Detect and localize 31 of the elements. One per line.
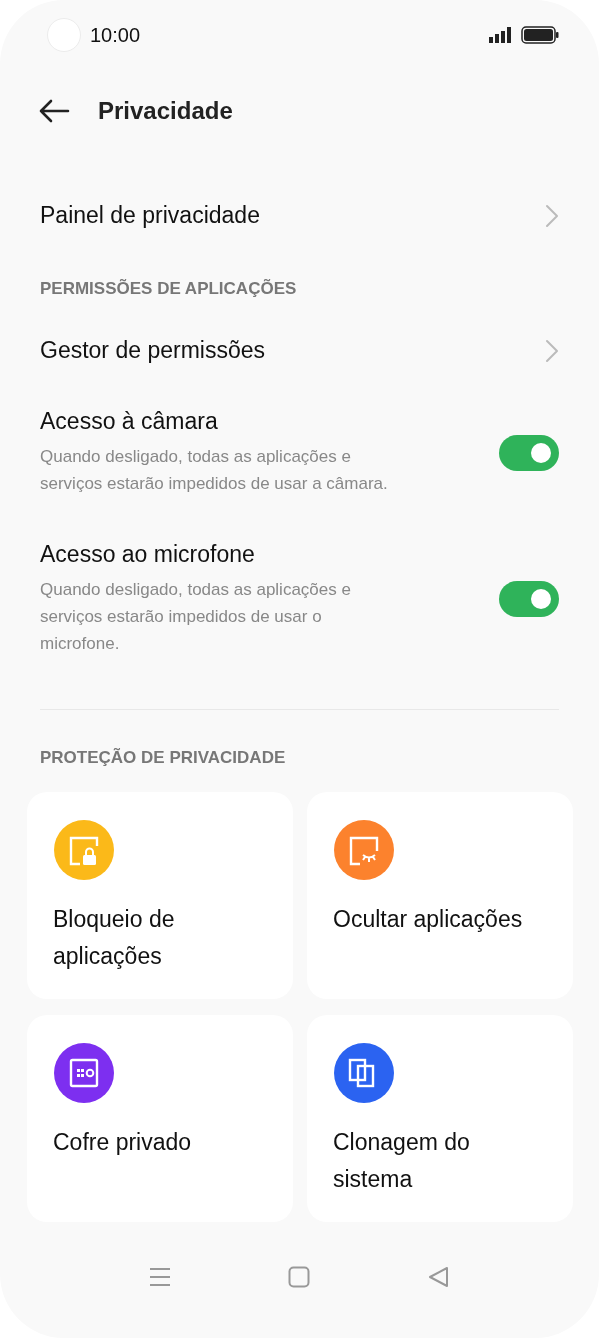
card-label: Clonagem do sistema: [333, 1128, 471, 1194]
safe-icon: [53, 1042, 115, 1104]
setting-description: Quando desligado, todas as aplicações e serviços estarão impedidos de usar a câmara.: [40, 446, 389, 495]
feature-card[interactable]: Bloqueio de aplicações: [27, 792, 293, 999]
card-label: Bloqueio de aplicações: [53, 905, 176, 971]
toggle-switch[interactable]: [499, 581, 559, 617]
feature-card[interactable]: Clonagem do sistema: [307, 1015, 573, 1222]
eye-closed-icon: [333, 819, 395, 881]
setting-title[interactable]: Painel de privacidade: [40, 202, 545, 229]
home-icon[interactable]: [288, 1266, 311, 1288]
feature-card[interactable]: Cofre privado: [27, 1015, 293, 1222]
feature-card[interactable]: Ocultar aplicações: [307, 792, 573, 999]
card-label: Ocultar aplicações: [333, 905, 523, 934]
menu-icon[interactable]: [148, 1266, 171, 1288]
battery-icon: [521, 26, 559, 44]
card-label: Cofre privado: [53, 1128, 192, 1157]
chevron-right-icon[interactable]: [545, 338, 559, 363]
setting-title: Acesso à câmara: [40, 408, 219, 435]
section-heading: PROTEÇÃO DE PRIVACIDADE: [39, 747, 287, 769]
lock-icon: [53, 819, 115, 881]
page-title: Privacidade: [98, 97, 233, 125]
toggle-switch[interactable]: [499, 434, 559, 471]
setting-title: Acesso ao microfone: [40, 541, 256, 568]
back-icon[interactable]: [38, 99, 70, 123]
setting-description: Quando desligado, todas as aplicações e serviços estarão impedidos de usar o microfone.: [40, 579, 352, 655]
section-heading: PERMISSÕES DE APLICAÇÕES: [40, 278, 298, 300]
signal-icon: [489, 27, 513, 43]
chevron-right-icon[interactable]: [545, 203, 559, 228]
status-time: 10:00: [90, 23, 142, 47]
copy-icon: [333, 1042, 395, 1104]
setting-title[interactable]: Gestor de permissões: [40, 337, 545, 364]
